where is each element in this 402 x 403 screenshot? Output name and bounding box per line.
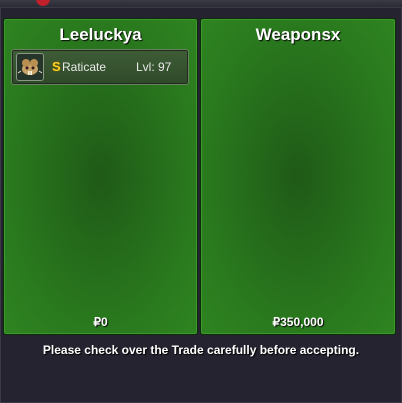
trade-panel-left: Leeluckya S Raticate Lvl: 97 ₽0 <box>3 18 198 335</box>
pokemon-name: Raticate <box>62 60 107 74</box>
right-trader-name: Weaponsx <box>255 25 341 44</box>
raticate-icon <box>16 53 44 81</box>
trade-panel-right: Weaponsx ₽350,000 <box>200 18 396 335</box>
pokemon-slot[interactable]: S Raticate Lvl: 97 <box>11 49 189 85</box>
shiny-indicator: S <box>52 59 61 74</box>
pokemon-level: Lvl: 97 <box>136 60 172 74</box>
right-money-offer: ₽350,000 <box>272 315 324 329</box>
left-money-offer: ₽0 <box>93 315 108 329</box>
trade-warning-text: Please check over the Trade carefully be… <box>42 343 360 357</box>
top-accent-decoration <box>36 0 50 6</box>
left-trader-name: Leeluckya <box>59 25 142 44</box>
trade-window: Leeluckya S Raticate Lvl: 97 ₽0 Weaponsx… <box>0 7 402 403</box>
